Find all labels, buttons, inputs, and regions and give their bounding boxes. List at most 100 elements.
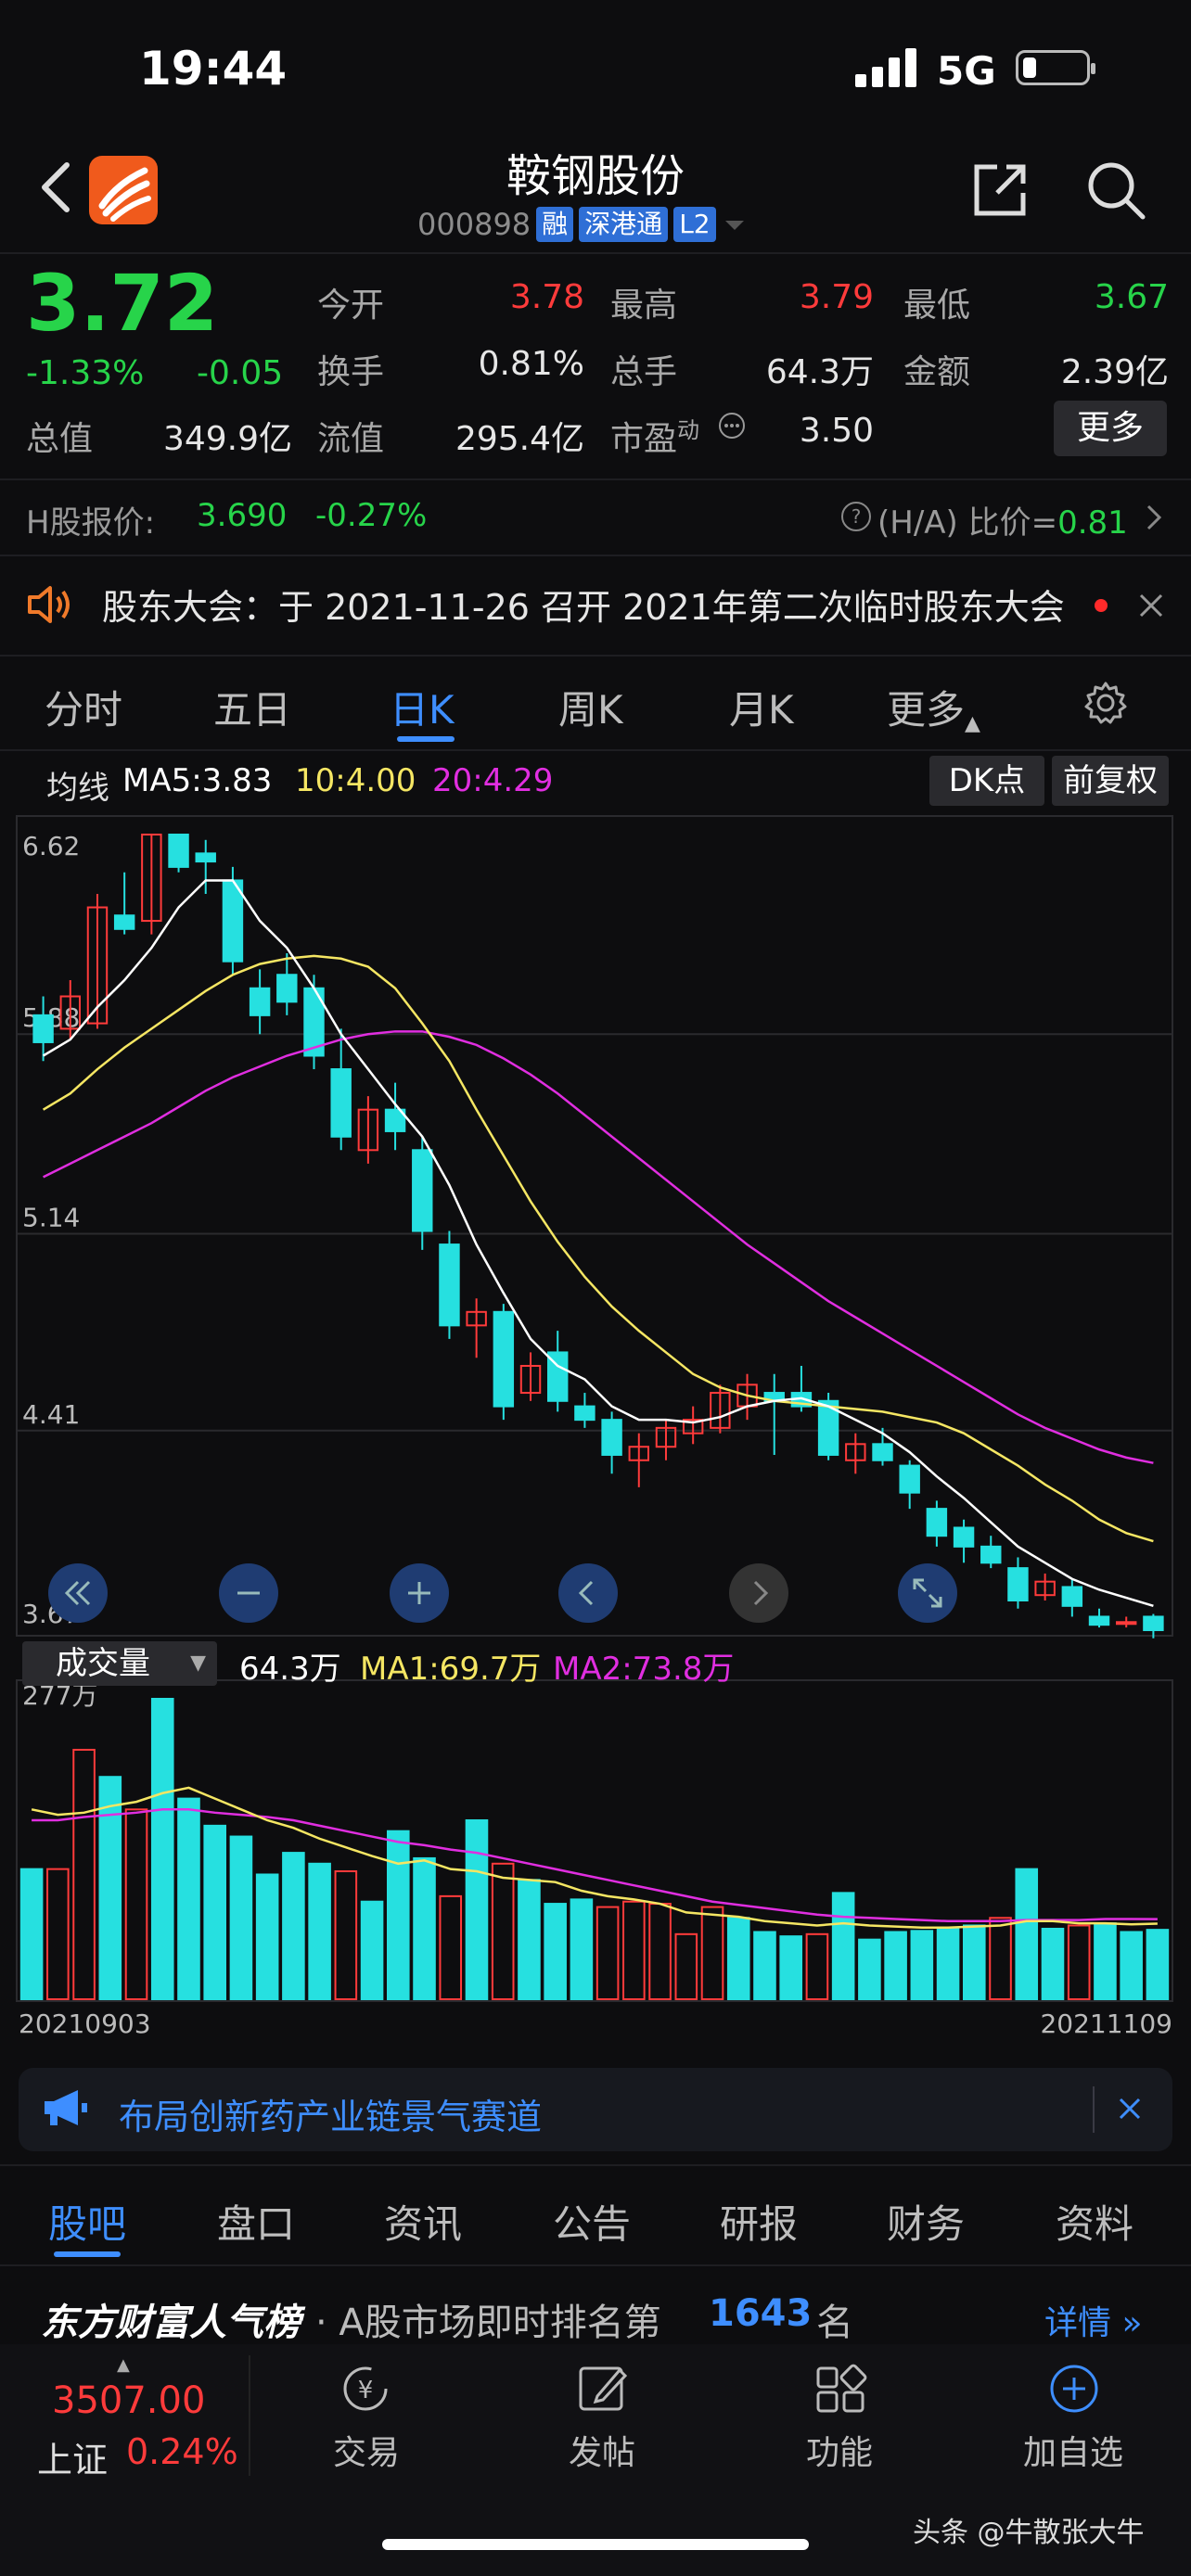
volume-ma2-line bbox=[32, 1808, 1158, 1923]
index-value[interactable]: 3507.00 bbox=[52, 2379, 205, 2422]
price-panel-frame bbox=[16, 815, 1173, 1637]
dropdown-icon bbox=[724, 221, 744, 230]
notice-text[interactable]: 股东大会：于 2021-11-26 召开 2021年第二次临时股东大会 bbox=[102, 579, 1065, 630]
search-icon[interactable] bbox=[1085, 159, 1146, 221]
divider bbox=[1093, 2086, 1095, 2133]
step-back-button[interactable] bbox=[558, 1563, 618, 1623]
candle-body bbox=[195, 852, 216, 863]
trade-icon: ¥ bbox=[343, 2366, 388, 2411]
home-indicator[interactable] bbox=[382, 2539, 809, 2550]
close-icon[interactable] bbox=[1137, 592, 1165, 619]
rank-prefix: · A股市场即时排名第 bbox=[315, 2302, 661, 2344]
tab-announcements[interactable]: 公告 bbox=[553, 2193, 631, 2250]
tab-forum[interactable]: 股吧 bbox=[48, 2193, 126, 2250]
volume-ma1: MA1:69.7万 bbox=[360, 1651, 542, 1688]
volume-bar bbox=[805, 1932, 829, 2000]
volume-bar bbox=[858, 1938, 881, 2000]
dk-point-button[interactable]: DK点 bbox=[929, 756, 1044, 806]
volume-bar bbox=[1041, 1927, 1065, 2000]
amount-label: 金额 bbox=[903, 353, 971, 391]
nav-post[interactable]: 发帖 bbox=[532, 2426, 672, 2474]
tab-research[interactable]: 研报 bbox=[720, 2193, 798, 2250]
volume-bar bbox=[1146, 1929, 1170, 2000]
volume-bar bbox=[360, 1900, 384, 2001]
ma20-value: 20:4.29 bbox=[432, 762, 554, 799]
turnover-label: 换手 bbox=[317, 353, 385, 391]
volume-bar bbox=[282, 1852, 305, 2001]
adjust-button[interactable]: 前复权 bbox=[1052, 756, 1169, 806]
close-icon[interactable] bbox=[1117, 2096, 1143, 2122]
watermark-text: 头条 @牛散张大牛 bbox=[913, 2517, 1145, 2549]
speaker-icon bbox=[28, 586, 70, 623]
candle-body bbox=[32, 1014, 54, 1043]
promo-text[interactable]: 布局创新药产业链景气赛道 bbox=[119, 2088, 542, 2139]
candle-body bbox=[926, 1508, 948, 1537]
candle-body bbox=[601, 1419, 622, 1456]
last-price: 3.72 bbox=[26, 258, 219, 349]
hshare-label: H股报价: bbox=[26, 504, 156, 542]
volume-bar bbox=[1067, 1924, 1091, 2000]
status-time: 19:44 bbox=[139, 42, 288, 96]
volume-bar bbox=[753, 1931, 776, 2000]
share-icon[interactable] bbox=[969, 159, 1031, 221]
tab-intraday[interactable]: 分时 bbox=[45, 679, 122, 735]
nav-add-watchlist[interactable]: 加自选 bbox=[1004, 2426, 1143, 2474]
indicator-selector[interactable]: 成交量 ▼ bbox=[22, 1641, 217, 1686]
nav-functions[interactable]: 功能 bbox=[770, 2426, 909, 2474]
volume-bar bbox=[726, 1917, 750, 2001]
chevron-right-icon[interactable] bbox=[1145, 503, 1163, 532]
volume-bar bbox=[1015, 1868, 1039, 2001]
volume-bar bbox=[177, 1797, 200, 2000]
zoom-out-button[interactable] bbox=[219, 1563, 278, 1623]
stock-code-row[interactable]: 000898 融 深港通 L2 bbox=[417, 206, 748, 243]
tab-monthly-k[interactable]: 月K bbox=[729, 679, 794, 735]
tab-financials[interactable]: 财务 bbox=[887, 2193, 965, 2250]
high-label: 最高 bbox=[610, 287, 678, 325]
tab-orderbook[interactable]: 盘口 bbox=[217, 2193, 295, 2250]
volume-bar bbox=[19, 1868, 44, 2001]
mcap-label: 总值 bbox=[26, 420, 94, 458]
tab-news[interactable]: 资讯 bbox=[384, 2193, 462, 2250]
volume-bar bbox=[124, 1808, 148, 2001]
index-name[interactable]: 上证 bbox=[37, 2431, 108, 2482]
volume-bar bbox=[989, 1917, 1012, 2001]
ha-ratio[interactable]: (H/A) 比价=0.81 bbox=[877, 497, 1128, 542]
tab-daily-k[interactable]: 日K bbox=[390, 679, 455, 735]
rank-detail-link[interactable]: 详情 » bbox=[1044, 2296, 1142, 2344]
step-forward-button[interactable] bbox=[729, 1563, 788, 1623]
fullscreen-button[interactable] bbox=[898, 1563, 957, 1623]
tab-profile[interactable]: 资料 bbox=[1056, 2193, 1133, 2250]
ma-label: 均线 bbox=[46, 770, 109, 807]
help-icon[interactable]: ? bbox=[840, 501, 872, 532]
volume-bar bbox=[413, 1856, 436, 2001]
tag-level2: L2 bbox=[673, 207, 716, 242]
volume-bar bbox=[884, 1931, 907, 2000]
more-dots-icon[interactable] bbox=[718, 412, 746, 440]
settings-gear-icon[interactable] bbox=[1083, 681, 1128, 725]
candle-body bbox=[1061, 1586, 1083, 1607]
volume-value: 64.3万 bbox=[765, 353, 874, 391]
plus-icon bbox=[408, 1582, 430, 1604]
nav-trade[interactable]: 交易 bbox=[297, 2426, 436, 2474]
hshare-price: 3.690 bbox=[197, 497, 288, 534]
tab-five-day[interactable]: 五日 bbox=[213, 679, 291, 735]
candle-body bbox=[872, 1443, 893, 1461]
pe-label: 市盈动 bbox=[610, 417, 700, 458]
more-button[interactable]: 更多 bbox=[1054, 401, 1167, 456]
fast-back-button[interactable] bbox=[48, 1563, 108, 1623]
tab-weekly-k[interactable]: 周K bbox=[558, 679, 623, 735]
volume-bar bbox=[1120, 1931, 1143, 2000]
volume-bar bbox=[46, 1868, 70, 2001]
zoom-in-button[interactable] bbox=[390, 1563, 449, 1623]
index-pct: 0.24% bbox=[126, 2431, 238, 2472]
volume-bar bbox=[1094, 1922, 1117, 2001]
volume-bar bbox=[150, 1698, 174, 2000]
tab-more[interactable]: 更多▲ bbox=[887, 679, 980, 735]
caret-up-icon: ▲ bbox=[117, 2355, 130, 2375]
volume-bar bbox=[255, 1873, 279, 2000]
mcap-value: 349.9亿 bbox=[162, 420, 292, 458]
active-bottom-tab-indicator bbox=[54, 2251, 121, 2257]
kline-chart[interactable]: 6.625.885.144.413.67277万2021090320211109 bbox=[0, 807, 1191, 2040]
rank-suffix: 名 bbox=[816, 2302, 853, 2344]
candle-body bbox=[222, 879, 244, 963]
